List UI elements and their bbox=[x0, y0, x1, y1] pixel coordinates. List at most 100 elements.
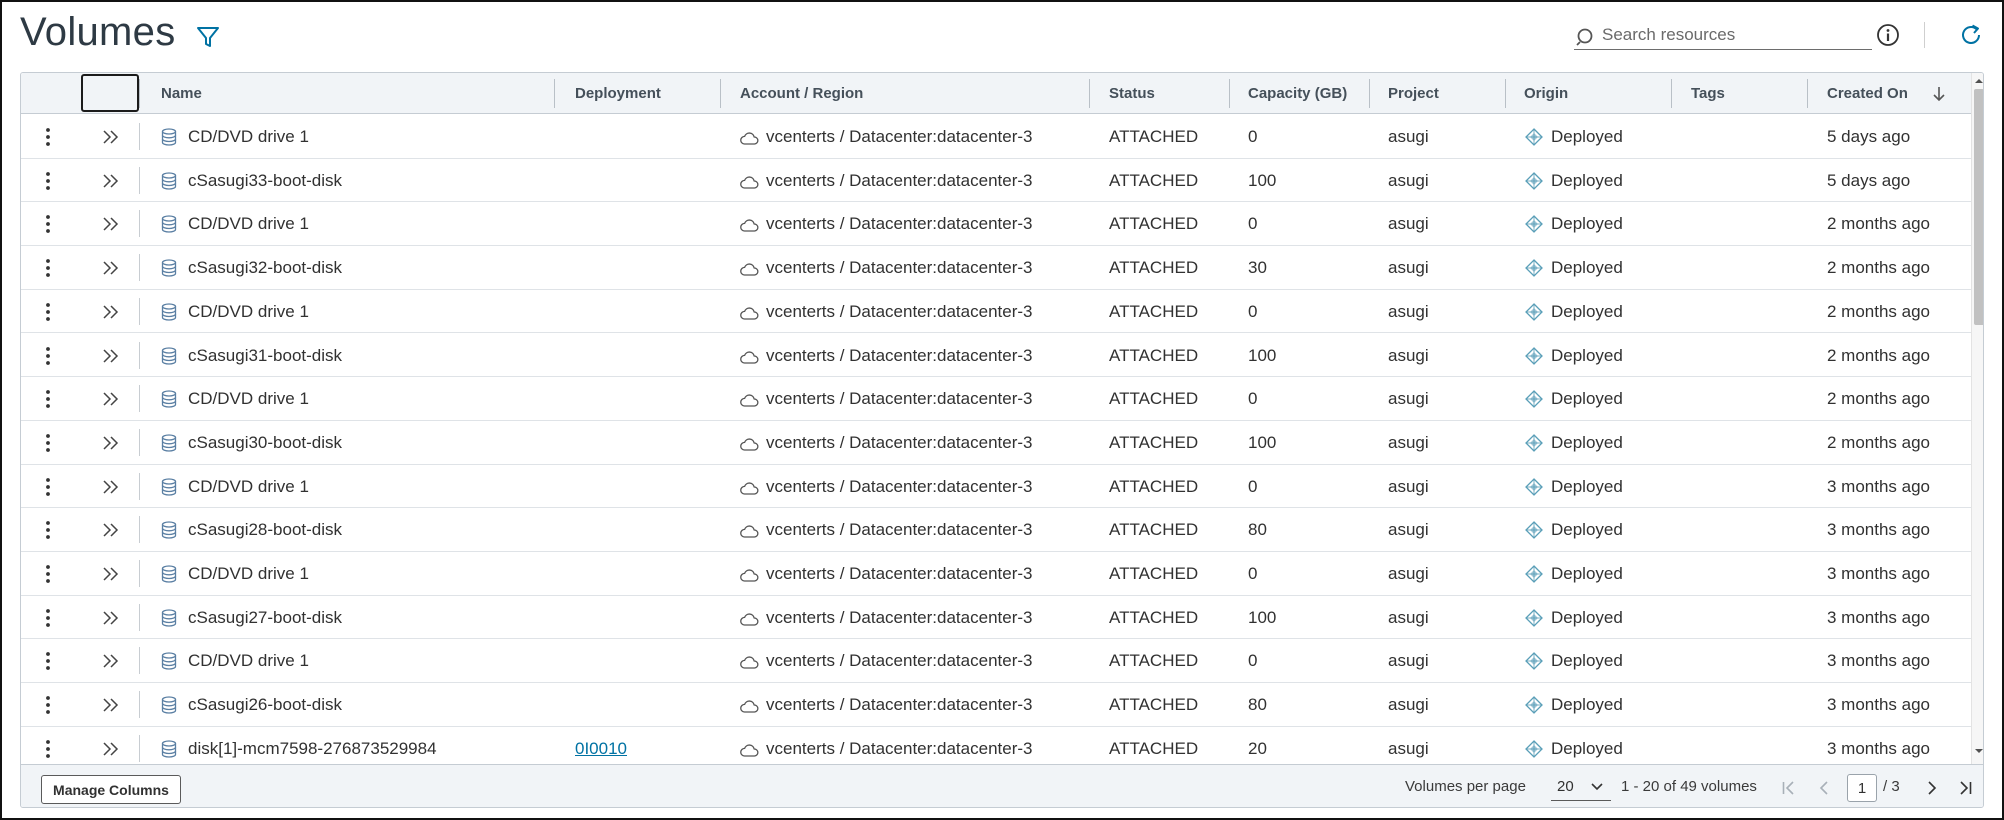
table-row[interactable]: CD/DVD drive 1 vcenterts / Datacenter:dat… bbox=[21, 552, 1971, 596]
table-row[interactable]: cSasugi30-boot-disk vcenterts / Datacente… bbox=[21, 421, 1971, 465]
volume-name[interactable]: cSasugi30-boot-disk bbox=[188, 421, 342, 464]
double-chevron-right-icon[interactable] bbox=[101, 215, 121, 233]
row-actions-menu-icon[interactable] bbox=[43, 432, 53, 454]
deployment-link[interactable]: 0I0010 bbox=[575, 727, 627, 764]
status: ATTACHED bbox=[1109, 170, 1199, 190]
double-chevron-right-icon[interactable] bbox=[101, 259, 121, 277]
column-header-tags[interactable]: Tags bbox=[1691, 73, 1725, 114]
scrollbar-thumb[interactable] bbox=[1974, 89, 1983, 325]
volume-name[interactable]: CD/DVD drive 1 bbox=[188, 290, 309, 333]
volume-name[interactable]: cSasugi28-boot-disk bbox=[188, 508, 342, 551]
table-row[interactable]: CD/DVD drive 1 vcenterts / Datacenter:dat… bbox=[21, 115, 1971, 159]
double-chevron-right-icon[interactable] bbox=[101, 434, 121, 452]
select-all-cell[interactable] bbox=[81, 74, 139, 112]
volume-name[interactable]: disk[1]-mcm7598-276873529984 bbox=[188, 727, 437, 764]
row-actions-menu-icon[interactable] bbox=[43, 694, 53, 716]
row-actions-menu-icon[interactable] bbox=[43, 650, 53, 672]
table-row[interactable]: cSasugi31-boot-disk vcenterts / Datacente… bbox=[21, 334, 1971, 378]
column-header-capacity[interactable]: Capacity (GB) bbox=[1248, 73, 1347, 114]
row-actions-menu-icon[interactable] bbox=[43, 301, 53, 323]
row-separator bbox=[139, 647, 140, 675]
filter-icon[interactable] bbox=[195, 24, 221, 50]
double-chevron-right-icon[interactable] bbox=[101, 565, 121, 583]
last-page-icon[interactable] bbox=[1957, 780, 1973, 796]
column-header-created-on[interactable]: Created On bbox=[1827, 73, 1908, 114]
double-chevron-right-icon[interactable] bbox=[101, 521, 121, 539]
column-resize-handle[interactable] bbox=[720, 79, 721, 108]
table-row[interactable]: cSasugi28-boot-disk vcenterts / Datacente… bbox=[21, 508, 1971, 552]
double-chevron-right-icon[interactable] bbox=[101, 128, 121, 146]
column-header-project[interactable]: Project bbox=[1388, 73, 1439, 114]
table-row[interactable]: cSasugi26-boot-disk vcenterts / Datacente… bbox=[21, 683, 1971, 727]
next-page-icon[interactable] bbox=[1925, 780, 1939, 796]
row-actions-menu-icon[interactable] bbox=[43, 170, 53, 192]
double-chevron-right-icon[interactable] bbox=[101, 478, 121, 496]
table-row[interactable]: CD/DVD drive 1 vcenterts / Datacenter:dat… bbox=[21, 290, 1971, 334]
volume-name[interactable]: CD/DVD drive 1 bbox=[188, 465, 309, 508]
manage-columns-button[interactable]: Manage Columns bbox=[41, 775, 181, 804]
volume-name[interactable]: CD/DVD drive 1 bbox=[188, 552, 309, 595]
scroll-up-arrow-icon[interactable] bbox=[1975, 77, 1983, 85]
row-actions-menu-icon[interactable] bbox=[43, 388, 53, 410]
current-page-input[interactable] bbox=[1847, 774, 1877, 802]
vertical-scrollbar[interactable] bbox=[1971, 73, 1983, 764]
column-header-deployment[interactable]: Deployment bbox=[575, 73, 661, 114]
table-row[interactable]: cSasugi33-boot-disk vcenterts / Datacente… bbox=[21, 159, 1971, 203]
info-icon[interactable] bbox=[1876, 23, 1900, 47]
column-resize-handle[interactable] bbox=[1229, 79, 1230, 108]
previous-page-icon[interactable] bbox=[1817, 780, 1831, 796]
column-header-origin[interactable]: Origin bbox=[1524, 73, 1568, 114]
volume-name[interactable]: cSasugi26-boot-disk bbox=[188, 683, 342, 726]
table-row[interactable]: CD/DVD drive 1 vcenterts / Datacenter:dat… bbox=[21, 377, 1971, 421]
volume-name[interactable]: CD/DVD drive 1 bbox=[188, 202, 309, 245]
row-separator bbox=[139, 210, 140, 238]
row-actions-menu-icon[interactable] bbox=[43, 257, 53, 279]
origin: Deployed bbox=[1551, 389, 1623, 409]
volume-name[interactable]: CD/DVD drive 1 bbox=[188, 115, 309, 158]
double-chevron-right-icon[interactable] bbox=[101, 609, 121, 627]
volume-name[interactable]: CD/DVD drive 1 bbox=[188, 377, 309, 420]
double-chevron-right-icon[interactable] bbox=[101, 347, 121, 365]
table-body: CD/DVD drive 1 vcenterts / Datacenter:dat… bbox=[21, 115, 1971, 764]
column-resize-handle[interactable] bbox=[1369, 79, 1370, 108]
table-row[interactable]: CD/DVD drive 1 vcenterts / Datacenter:dat… bbox=[21, 202, 1971, 247]
search-input[interactable] bbox=[1602, 22, 1868, 48]
column-resize-handle[interactable] bbox=[1089, 79, 1090, 108]
volume-name[interactable]: CD/DVD drive 1 bbox=[188, 639, 309, 682]
volume-name[interactable]: cSasugi27-boot-disk bbox=[188, 596, 342, 639]
double-chevron-right-icon[interactable] bbox=[101, 652, 121, 670]
table-row[interactable]: CD/DVD drive 1 vcenterts / Datacenter:dat… bbox=[21, 639, 1971, 684]
table-row[interactable]: disk[1]-mcm7598-276873529984 0I0010 vcente… bbox=[21, 727, 1971, 764]
column-resize-handle[interactable] bbox=[1505, 79, 1506, 108]
double-chevron-right-icon[interactable] bbox=[101, 303, 121, 321]
table-row[interactable]: CD/DVD drive 1 vcenterts / Datacenter:dat… bbox=[21, 465, 1971, 509]
double-chevron-right-icon[interactable] bbox=[101, 390, 121, 408]
column-resize-handle[interactable] bbox=[1807, 79, 1808, 108]
row-actions-menu-icon[interactable] bbox=[43, 738, 53, 760]
row-actions-menu-icon[interactable] bbox=[43, 213, 53, 235]
table-row[interactable]: cSasugi27-boot-disk vcenterts / Datacente… bbox=[21, 596, 1971, 640]
row-actions-menu-icon[interactable] bbox=[43, 126, 53, 148]
table-row[interactable]: cSasugi32-boot-disk vcenterts / Datacente… bbox=[21, 246, 1971, 290]
column-header-status[interactable]: Status bbox=[1109, 73, 1155, 114]
double-chevron-right-icon[interactable] bbox=[101, 696, 121, 714]
created-on: 3 months ago bbox=[1827, 564, 1931, 583]
double-chevron-right-icon[interactable] bbox=[101, 740, 121, 758]
refresh-icon[interactable] bbox=[1958, 22, 1984, 48]
row-actions-menu-icon[interactable] bbox=[43, 563, 53, 585]
column-header-name[interactable]: Name bbox=[161, 73, 202, 114]
row-actions-menu-icon[interactable] bbox=[43, 476, 53, 498]
volume-name[interactable]: cSasugi32-boot-disk bbox=[188, 246, 342, 289]
column-header-account-region[interactable]: Account / Region bbox=[740, 73, 863, 114]
volume-name[interactable]: cSasugi31-boot-disk bbox=[188, 334, 342, 377]
first-page-icon[interactable] bbox=[1781, 780, 1797, 796]
row-actions-menu-icon[interactable] bbox=[43, 519, 53, 541]
column-resize-handle[interactable] bbox=[1671, 79, 1672, 108]
row-actions-menu-icon[interactable] bbox=[43, 607, 53, 629]
column-resize-handle[interactable] bbox=[554, 79, 555, 108]
row-actions-menu-icon[interactable] bbox=[43, 345, 53, 367]
sort-descending-icon[interactable] bbox=[1931, 85, 1947, 103]
volume-name[interactable]: cSasugi33-boot-disk bbox=[188, 159, 342, 202]
double-chevron-right-icon[interactable] bbox=[101, 172, 121, 190]
scroll-down-arrow-icon[interactable] bbox=[1975, 747, 1983, 755]
